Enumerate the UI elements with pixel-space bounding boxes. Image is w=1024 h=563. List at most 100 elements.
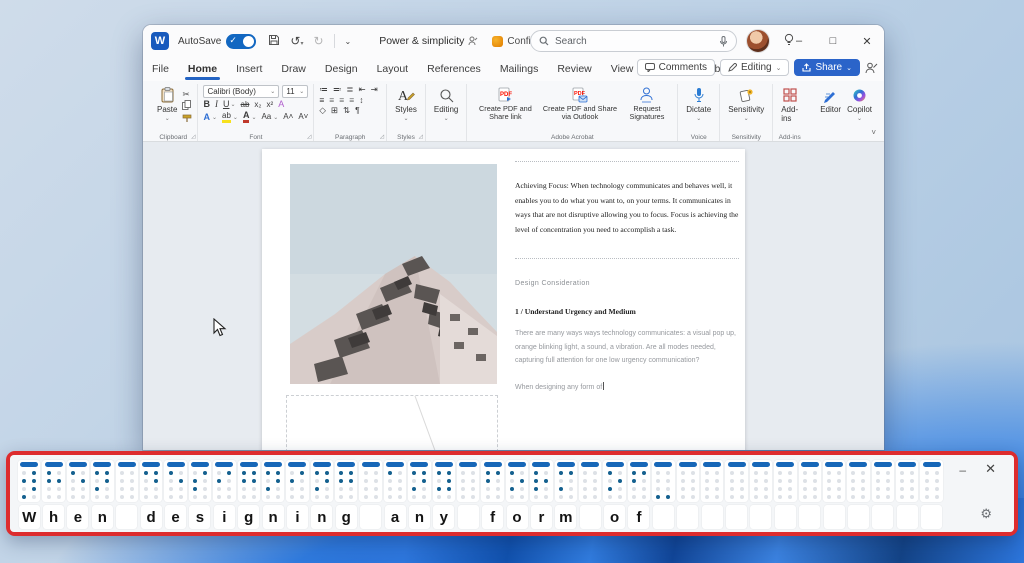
braille-cell-11[interactable]: i — [286, 460, 308, 529]
shrink-font-button[interactable]: A˅ — [298, 113, 308, 121]
numbering-button[interactable]: ≕ — [333, 85, 342, 94]
font-name-select[interactable]: Calibri (Body)⌄ — [203, 85, 279, 98]
cursor-routing-bar[interactable] — [923, 462, 941, 467]
braille-cell-18[interactable] — [457, 460, 479, 529]
cursor-routing-bar[interactable] — [362, 462, 380, 467]
tab-insert[interactable]: Insert — [235, 60, 263, 78]
braille-cell-25[interactable]: f — [628, 460, 650, 529]
undo-button[interactable]: ↺▾ — [290, 34, 303, 48]
redo-button[interactable]: ↻ — [313, 34, 323, 48]
braille-cell-33[interactable] — [823, 460, 845, 529]
braille-dot-card[interactable] — [140, 460, 162, 502]
paragraph-when-designing[interactable]: When designing any form of — [515, 382, 604, 391]
customize-qat-button[interactable]: ⌄ — [345, 37, 352, 46]
tab-design[interactable]: Design — [324, 60, 359, 78]
braille-dot-card[interactable] — [91, 460, 113, 502]
braille-cell-31[interactable] — [774, 460, 796, 529]
cursor-routing-bar[interactable] — [459, 462, 477, 467]
word-app-icon[interactable]: W — [151, 32, 169, 50]
urgency-medium-heading[interactable]: 1 / Understand Urgency and Medium — [515, 307, 636, 316]
braille-dot-card[interactable] — [579, 460, 601, 502]
braille-dot-card[interactable] — [238, 460, 260, 502]
braille-cell-9[interactable]: g — [238, 460, 260, 529]
line-spacing-button[interactable]: ↕ — [359, 96, 363, 105]
align-right-button[interactable]: ≡ — [339, 96, 344, 105]
autosave-toggle[interactable]: ✓ — [226, 34, 256, 49]
braille-dot-card[interactable] — [847, 460, 869, 502]
text-effects-button[interactable]: A — [203, 113, 210, 122]
cursor-routing-bar[interactable] — [630, 462, 648, 467]
braille-dot-card[interactable] — [530, 460, 552, 502]
cursor-routing-bar[interactable] — [679, 462, 697, 467]
change-case-button[interactable]: Aa — [261, 113, 271, 121]
cursor-routing-bar[interactable] — [849, 462, 867, 467]
tab-draw[interactable]: Draw — [280, 60, 307, 78]
tab-view[interactable]: View — [610, 60, 635, 78]
font-size-select[interactable]: 11⌄ — [282, 85, 308, 98]
subscript-button[interactable]: x₂ — [254, 101, 261, 109]
minimize-button[interactable]: – — [782, 25, 816, 57]
dialog-launcher-icon[interactable]: ◿ — [419, 134, 423, 140]
braille-cell-21[interactable]: r — [530, 460, 552, 529]
sensitivity-button[interactable]: Sensitivity ⌄ — [725, 85, 767, 129]
braille-cell-8[interactable]: i — [213, 460, 235, 529]
braille-cell-16[interactable]: n — [408, 460, 430, 529]
share-button[interactable]: Share ⌄ — [794, 59, 860, 76]
cursor-routing-bar[interactable] — [728, 462, 746, 467]
paste-button[interactable]: Paste ⌄ — [154, 85, 180, 129]
braille-cell-23[interactable] — [579, 460, 601, 529]
settings-gear-icon[interactable]: ⚙ — [980, 506, 992, 522]
braille-dot-card[interactable] — [311, 460, 333, 502]
copilot-button[interactable]: Copilot ⌄ — [844, 85, 875, 129]
braille-cell-14[interactable] — [359, 460, 381, 529]
cursor-routing-bar[interactable] — [118, 462, 136, 467]
comments-button[interactable]: Comments — [637, 59, 715, 76]
styles-button[interactable]: A Styles ⌄ — [392, 85, 420, 129]
dialog-launcher-icon[interactable]: ◿ — [307, 134, 311, 140]
braille-cell-30[interactable] — [750, 460, 772, 529]
cursor-routing-bar[interactable] — [386, 462, 404, 467]
cursor-routing-bar[interactable] — [776, 462, 794, 467]
cursor-routing-bar[interactable] — [337, 462, 355, 467]
braille-panel-close-button[interactable]: ✕ — [985, 461, 996, 477]
braille-cell-26[interactable] — [652, 460, 674, 529]
cursor-routing-bar[interactable] — [69, 462, 87, 467]
braille-dot-card[interactable] — [628, 460, 650, 502]
clear-formatting-button[interactable]: A — [278, 100, 284, 109]
braille-cell-4[interactable] — [116, 460, 138, 529]
strikethrough-button[interactable]: ab — [241, 101, 250, 109]
braille-cell-3[interactable]: n — [91, 460, 113, 529]
text-placeholder-box[interactable] — [286, 395, 498, 450]
search-input[interactable]: Search — [530, 30, 737, 52]
request-signatures-button[interactable]: Request Signatures — [622, 85, 673, 129]
braille-cell-6[interactable]: e — [164, 460, 186, 529]
sort-button[interactable]: ⇅ — [343, 106, 350, 115]
braille-cell-20[interactable]: o — [506, 460, 528, 529]
braille-dot-card[interactable] — [823, 460, 845, 502]
document-canvas[interactable]: Achieving Focus: When technology communi… — [143, 142, 884, 450]
borders-button[interactable]: ⊞ — [331, 106, 338, 115]
cursor-routing-bar[interactable] — [581, 462, 599, 467]
braille-dot-card[interactable] — [67, 460, 89, 502]
braille-cell-0[interactable]: W — [18, 460, 40, 529]
braille-dot-card[interactable] — [18, 460, 40, 502]
braille-cell-27[interactable] — [677, 460, 699, 529]
underline-button[interactable]: U — [223, 100, 230, 109]
braille-dot-card[interactable] — [42, 460, 64, 502]
braille-dot-card[interactable] — [701, 460, 723, 502]
cursor-routing-bar[interactable] — [191, 462, 209, 467]
cursor-routing-bar[interactable] — [167, 462, 185, 467]
cursor-routing-bar[interactable] — [508, 462, 526, 467]
bold-button[interactable]: B — [203, 100, 210, 109]
align-left-button[interactable]: ≡ — [319, 96, 324, 105]
braille-dot-card[interactable] — [116, 460, 138, 502]
cursor-routing-bar[interactable] — [557, 462, 575, 467]
dictate-button[interactable]: Dictate ⌄ — [683, 85, 714, 129]
grow-font-button[interactable]: A˄ — [283, 113, 293, 121]
braille-cell-34[interactable] — [847, 460, 869, 529]
braille-dot-card[interactable] — [555, 460, 577, 502]
braille-cell-12[interactable]: n — [311, 460, 333, 529]
braille-dot-card[interactable] — [920, 460, 942, 502]
cursor-routing-bar[interactable] — [215, 462, 233, 467]
align-center-button[interactable]: ≡ — [329, 96, 334, 105]
